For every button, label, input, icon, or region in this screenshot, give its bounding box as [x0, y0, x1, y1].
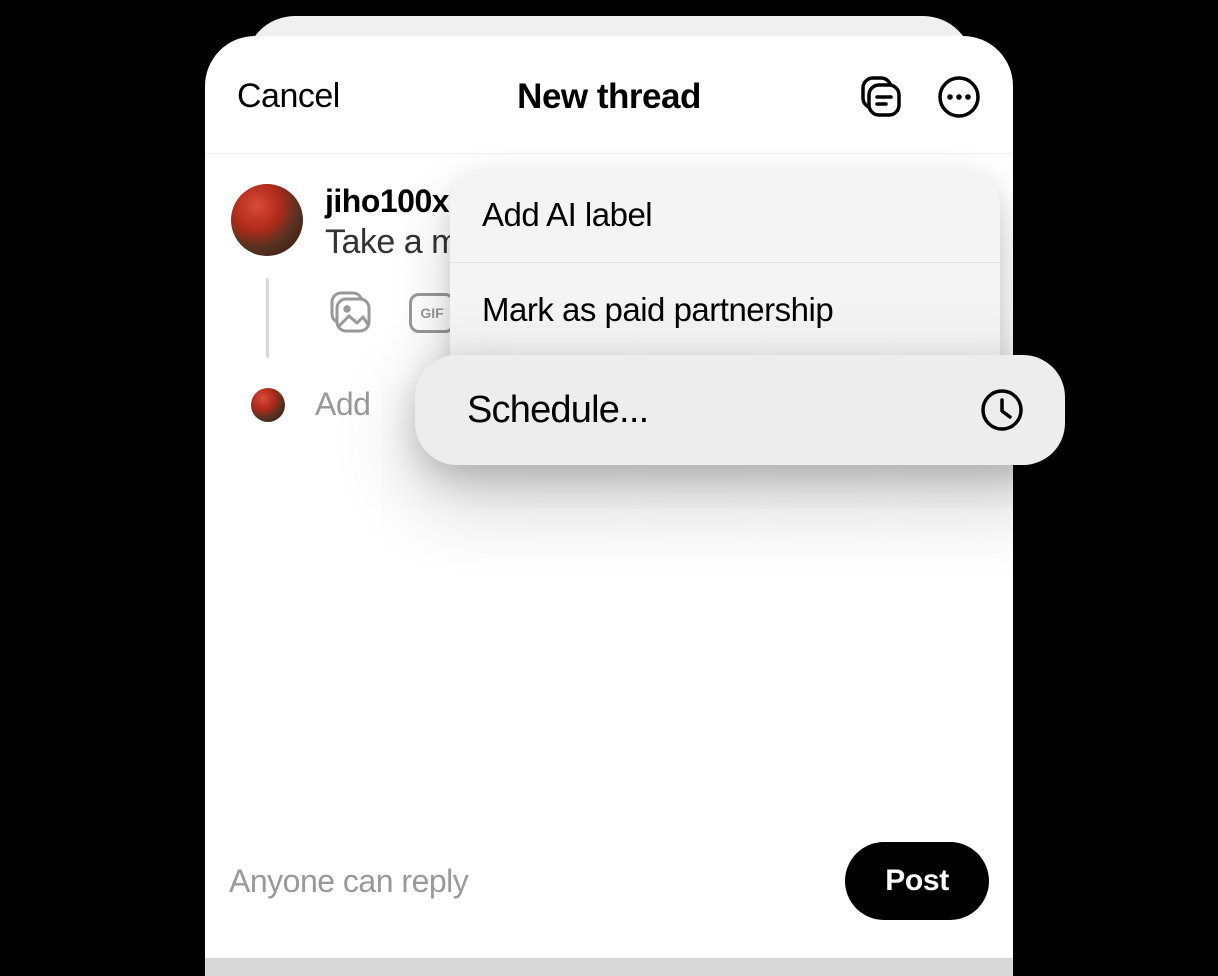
more-options-button[interactable]: [935, 73, 983, 121]
bottom-strip: [205, 958, 1013, 976]
options-menu: Add AI label Mark as paid partnership Sc…: [450, 168, 1066, 465]
menu-item-add-ai-label[interactable]: Add AI label: [450, 168, 1000, 263]
options-menu-top: Add AI label Mark as paid partnership: [450, 168, 1000, 357]
drafts-icon: [859, 75, 903, 119]
add-to-thread-label: Add: [315, 386, 370, 423]
menu-item-schedule[interactable]: Schedule...: [415, 355, 1065, 465]
attach-gif-button[interactable]: GIF: [409, 290, 455, 336]
phone-frame: Cancel New thread: [205, 0, 1013, 976]
composer-header: Cancel New thread: [205, 36, 1013, 154]
schedule-label: Schedule...: [467, 389, 648, 432]
drafts-button[interactable]: [857, 73, 905, 121]
more-options-icon: [937, 75, 981, 119]
composer-footer: Anyone can reply Post: [205, 842, 1013, 958]
thread-connector-line: [266, 278, 269, 358]
avatar[interactable]: [231, 184, 303, 256]
cancel-button[interactable]: Cancel: [237, 77, 340, 116]
attach-image-button[interactable]: [327, 290, 373, 336]
clock-icon: [979, 387, 1025, 433]
menu-item-paid-partnership[interactable]: Mark as paid partnership: [450, 263, 1000, 357]
reply-setting-button[interactable]: Anyone can reply: [229, 863, 468, 900]
gif-icon: GIF: [409, 293, 455, 333]
image-icon: [327, 290, 373, 336]
header-actions: [857, 73, 983, 121]
avatar-small: [251, 388, 285, 422]
post-button[interactable]: Post: [845, 842, 989, 920]
page-title: New thread: [517, 77, 701, 117]
